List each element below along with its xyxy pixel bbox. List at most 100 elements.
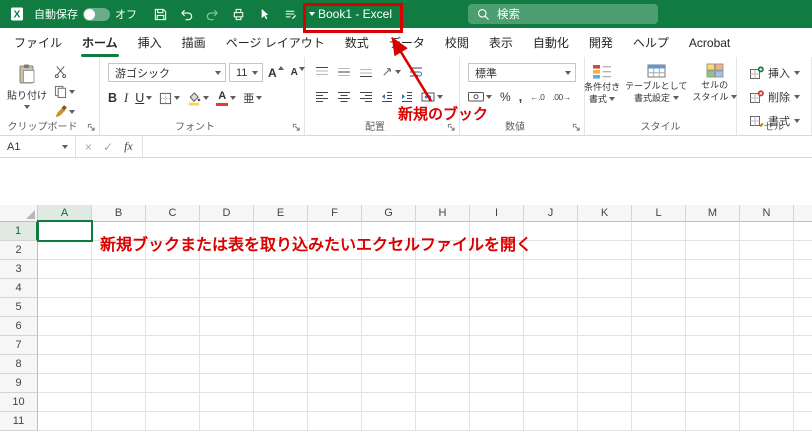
italic-button[interactable]: I [124, 91, 128, 106]
column-header-F[interactable]: F [308, 205, 362, 222]
row-header-8[interactable]: 8 [0, 355, 38, 374]
autosave-toggle[interactable]: 自動保存 オフ [34, 6, 137, 22]
row-cells-11[interactable] [38, 412, 812, 431]
row-header-4[interactable]: 4 [0, 279, 38, 298]
delete-cells-button[interactable]: 削除 [749, 89, 811, 105]
active-cell-outline[interactable] [37, 220, 93, 242]
print-icon[interactable] [231, 7, 246, 22]
format-painter-button[interactable] [54, 105, 75, 118]
copy-button[interactable] [54, 85, 75, 98]
autosave-switch[interactable] [83, 7, 110, 21]
cut-button[interactable] [54, 65, 75, 78]
column-header-G[interactable]: G [362, 205, 416, 222]
dialog-launcher-icon[interactable] [87, 123, 96, 132]
tab-校閲[interactable]: 校閲 [435, 28, 479, 57]
decrease-decimal-button[interactable]: .00→ [552, 92, 571, 102]
row-header-6[interactable]: 6 [0, 317, 38, 336]
row-header-11[interactable]: 11 [0, 412, 38, 431]
column-header-J[interactable]: J [524, 205, 578, 222]
column-header-C[interactable]: C [146, 205, 200, 222]
draw-mode-icon[interactable] [283, 7, 298, 22]
row-header-10[interactable]: 10 [0, 393, 38, 412]
phonetic-button[interactable]: 亜 [243, 90, 263, 106]
row-cells-4[interactable] [38, 279, 812, 298]
cancel-icon[interactable]: × [85, 140, 92, 154]
row-header-2[interactable]: 2 [0, 241, 38, 260]
row-cells-5[interactable] [38, 298, 812, 317]
align-center-icon[interactable] [337, 91, 351, 103]
borders-button[interactable] [159, 92, 181, 105]
column-header-B[interactable]: B [92, 205, 146, 222]
tab-ヘルプ[interactable]: ヘルプ [623, 28, 679, 57]
row-cells-8[interactable] [38, 355, 812, 374]
row-cells-10[interactable] [38, 393, 812, 412]
dialog-launcher-icon[interactable] [447, 123, 456, 132]
redo-icon[interactable] [205, 7, 220, 22]
increase-decimal-button[interactable]: ←.0 [530, 92, 545, 102]
search-box[interactable]: 検索 [468, 4, 658, 24]
column-header-M[interactable]: M [686, 205, 740, 222]
tab-Acrobat[interactable]: Acrobat [679, 28, 740, 57]
tab-ファイル[interactable]: ファイル [4, 28, 72, 57]
column-header-E[interactable]: E [254, 205, 308, 222]
column-header-I[interactable]: I [470, 205, 524, 222]
orientation-button[interactable] [381, 66, 401, 78]
fill-color-button[interactable] [187, 91, 210, 106]
wrap-text-icon[interactable] [409, 66, 423, 78]
number-format-select[interactable]: 標準 [468, 63, 576, 82]
increase-indent-icon[interactable] [401, 91, 413, 103]
comma-style-button[interactable]: , [519, 89, 523, 104]
cell-styles-button[interactable]: セルの スタイル [692, 63, 737, 105]
align-bottom-icon[interactable] [359, 66, 373, 78]
paste-button[interactable]: 貼り付け [6, 63, 48, 113]
format-as-table-button[interactable]: テーブルとして 書式設定 [625, 63, 687, 105]
percent-style-button[interactable]: % [500, 90, 511, 104]
row-header-1[interactable]: 1 [0, 222, 38, 241]
row-header-5[interactable]: 5 [0, 298, 38, 317]
select-all-corner[interactable] [0, 205, 38, 222]
row-header-3[interactable]: 3 [0, 260, 38, 279]
row-header-7[interactable]: 7 [0, 336, 38, 355]
column-header-O[interactable]: O [794, 205, 812, 222]
column-header-H[interactable]: H [416, 205, 470, 222]
currency-format-button[interactable] [468, 90, 492, 103]
save-icon[interactable] [153, 7, 168, 22]
column-header-L[interactable]: L [632, 205, 686, 222]
underline-button[interactable]: U [135, 91, 153, 105]
row-header-9[interactable]: 9 [0, 374, 38, 393]
align-left-icon[interactable] [315, 91, 329, 103]
tab-開発[interactable]: 開発 [579, 28, 623, 57]
align-middle-icon[interactable] [337, 66, 351, 78]
excel-logo-icon[interactable]: X [8, 5, 26, 23]
decrease-indent-icon[interactable] [381, 91, 393, 103]
tab-自動化[interactable]: 自動化 [523, 28, 579, 57]
insert-cells-button[interactable]: 挿入 [749, 65, 811, 81]
merge-center-button[interactable] [421, 91, 443, 103]
undo-icon[interactable] [179, 7, 194, 22]
font-color-button[interactable]: A [216, 90, 237, 106]
row-cells-9[interactable] [38, 374, 812, 393]
font-name-select[interactable]: 游ゴシック [108, 63, 226, 82]
tab-挿入[interactable]: 挿入 [128, 28, 172, 57]
dialog-launcher-icon[interactable] [292, 123, 301, 132]
conditional-formatting-button[interactable]: 条件付き 書式 [584, 63, 620, 105]
name-box[interactable]: A1 [0, 136, 76, 157]
increase-font-size-button[interactable]: A [266, 65, 286, 80]
row-cells-7[interactable] [38, 336, 812, 355]
column-header-N[interactable]: N [740, 205, 794, 222]
font-size-select[interactable]: 11 [229, 63, 263, 82]
row-cells-6[interactable] [38, 317, 812, 336]
tab-ホーム[interactable]: ホーム [72, 28, 128, 57]
formula-input[interactable] [142, 136, 812, 157]
tab-描画[interactable]: 描画 [172, 28, 216, 57]
row-cells-3[interactable] [38, 260, 812, 279]
select-cursor-icon[interactable] [257, 7, 272, 22]
enter-icon[interactable]: ✓ [103, 140, 113, 154]
align-right-icon[interactable] [359, 91, 373, 103]
bold-button[interactable]: B [108, 91, 117, 105]
column-header-K[interactable]: K [578, 205, 632, 222]
column-header-D[interactable]: D [200, 205, 254, 222]
tab-表示[interactable]: 表示 [479, 28, 523, 57]
insert-function-icon[interactable]: fx [124, 139, 133, 154]
align-top-icon[interactable] [315, 66, 329, 78]
